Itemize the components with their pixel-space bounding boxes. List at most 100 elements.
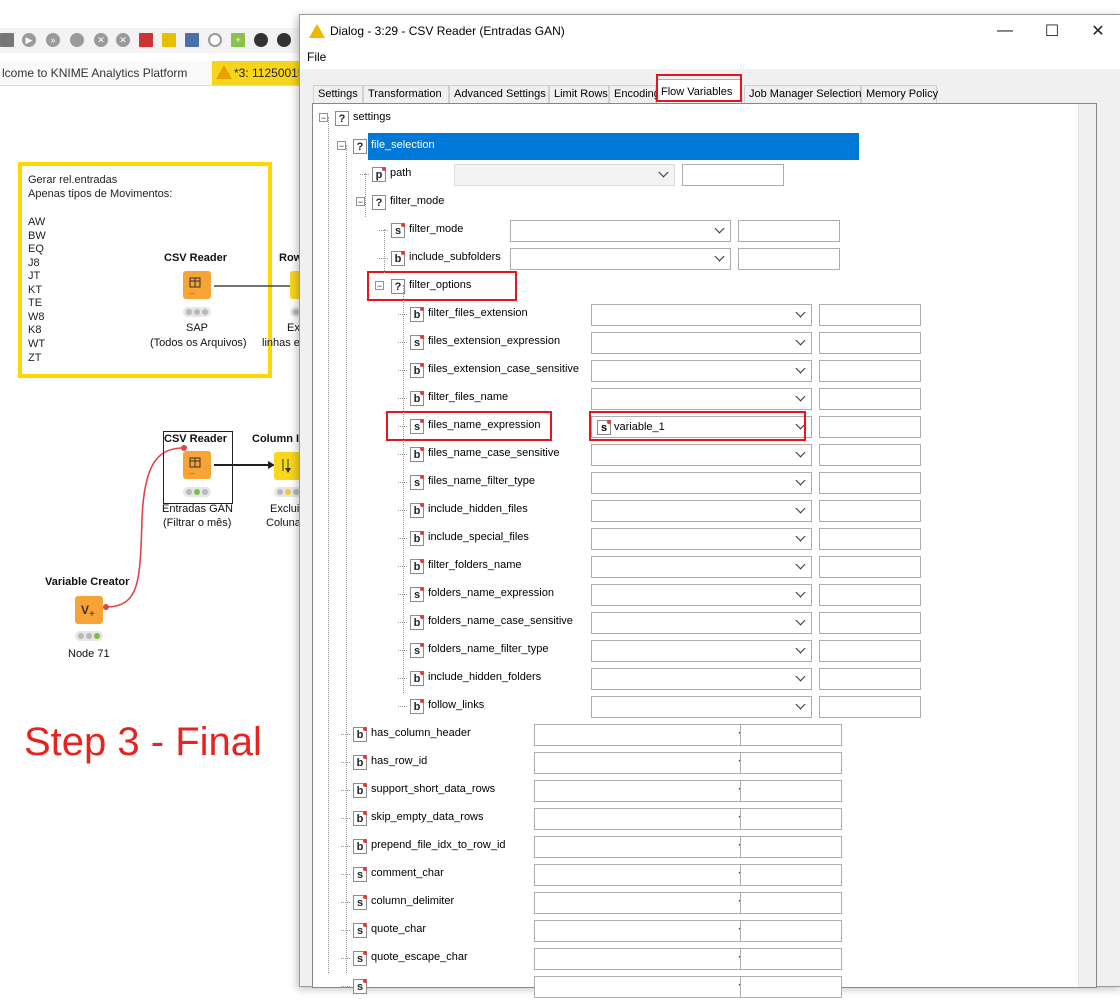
flow-variable-dropdown[interactable]: [534, 892, 755, 914]
tree-row-folders_name_filter_type[interactable]: s folders_name_filter_type: [313, 637, 1078, 665]
exposed-variable-name-field[interactable]: [819, 444, 921, 466]
flow-variable-dropdown[interactable]: [534, 752, 755, 774]
tree-row-filter_files_extension[interactable]: b filter_files_extension: [313, 301, 1078, 329]
tree-row-support_short_data_rows[interactable]: b support_short_data_rows: [313, 777, 1078, 805]
tree-row-filter_folders_name[interactable]: b filter_folders_name: [313, 553, 1078, 581]
flow-variable-dropdown[interactable]: [534, 920, 755, 942]
flow-variable-dropdown[interactable]: [534, 864, 755, 886]
exposed-variable-name-field[interactable]: [740, 920, 842, 942]
exposed-variable-name-field[interactable]: [740, 948, 842, 970]
tree-row-files_extension_case_sensitive[interactable]: b files_extension_case_sensitive: [313, 357, 1078, 385]
flow-variable-dropdown[interactable]: [510, 220, 731, 242]
tree-row-filter_files_name[interactable]: b filter_files_name: [313, 385, 1078, 413]
exposed-variable-name-field[interactable]: [819, 556, 921, 578]
exposed-variable-name-field[interactable]: [819, 388, 921, 410]
tree-row-skip_empty_data_rows[interactable]: b skip_empty_data_rows: [313, 805, 1078, 833]
flow-variable-dropdown[interactable]: [591, 304, 812, 326]
flow-variable-dropdown[interactable]: [591, 696, 812, 718]
tree-row-comment_char[interactable]: s comment_char: [313, 861, 1078, 889]
csv-reader-node-icon[interactable]: ...: [183, 271, 211, 299]
tab-memory-policy[interactable]: Memory Policy: [861, 85, 938, 103]
exposed-variable-name-field[interactable]: [819, 528, 921, 550]
column-filter-node-icon[interactable]: [274, 452, 302, 480]
exposed-variable-name-field[interactable]: [819, 500, 921, 522]
exposed-variable-name-field[interactable]: [819, 584, 921, 606]
tree-row-files_name_expression[interactable]: s files_name_expression s variable_1: [313, 411, 1078, 441]
tree-expander-icon[interactable]: −: [319, 113, 328, 123]
exposed-variable-name-field[interactable]: [740, 892, 842, 914]
tab-settings[interactable]: Settings: [313, 85, 363, 103]
tree-row-folders_name_expression[interactable]: s folders_name_expression: [313, 581, 1078, 609]
tree-row-files_name_case_sensitive[interactable]: b files_name_case_sensitive: [313, 441, 1078, 469]
flow-variable-dropdown[interactable]: [534, 976, 755, 998]
flow-variable-dropdown[interactable]: [591, 472, 812, 494]
tab-job-manager-selection[interactable]: Job Manager Selection: [744, 85, 862, 103]
tree-row-path[interactable]: p path: [313, 161, 1078, 189]
exposed-variable-name-field[interactable]: [738, 248, 840, 270]
flow-variable-dropdown[interactable]: [534, 808, 755, 830]
maximize-button[interactable]: ☐: [1029, 15, 1075, 47]
flow-variable-dropdown[interactable]: [591, 360, 812, 382]
exposed-variable-name-field[interactable]: [682, 164, 784, 186]
tab-advanced-settings[interactable]: Advanced Settings: [449, 85, 549, 103]
tree-expander-icon[interactable]: −: [337, 141, 346, 151]
exposed-variable-name-field[interactable]: [819, 304, 921, 326]
tree-expander-icon[interactable]: −: [356, 197, 365, 207]
flow-variable-dropdown[interactable]: [591, 500, 812, 522]
exposed-variable-name-field[interactable]: [738, 220, 840, 242]
menu-file[interactable]: File: [307, 50, 326, 64]
minimize-button[interactable]: —: [982, 15, 1028, 47]
tree-row-include_hidden_files[interactable]: b include_hidden_files: [313, 497, 1078, 525]
flow-variable-dropdown[interactable]: [454, 164, 675, 186]
exposed-variable-name-field[interactable]: [740, 808, 842, 830]
tree-row-include_special_files[interactable]: b include_special_files: [313, 525, 1078, 553]
tree-row-include_hidden_folders[interactable]: b include_hidden_folders: [313, 665, 1078, 693]
exposed-variable-name-field[interactable]: [740, 752, 842, 774]
tab-limit-rows[interactable]: Limit Rows: [549, 85, 609, 103]
variable-creator-node-icon[interactable]: V +: [75, 596, 103, 624]
flow-variable-dropdown[interactable]: [591, 640, 812, 662]
flow-variable-dropdown[interactable]: [534, 948, 755, 970]
tree-row-quote_char[interactable]: s quote_char: [313, 917, 1078, 945]
exposed-variable-name-field[interactable]: [819, 640, 921, 662]
exposed-variable-name-field[interactable]: [740, 724, 842, 746]
exposed-variable-name-field[interactable]: [740, 780, 842, 802]
tree-row-filter_mode[interactable]: s filter_mode: [313, 217, 1078, 245]
exposed-variable-name-field[interactable]: [740, 836, 842, 858]
tree-row-prepend_file_idx_to_row_id[interactable]: b prepend_file_idx_to_row_id: [313, 833, 1078, 861]
tree-row-files_extension_expression[interactable]: s files_extension_expression: [313, 329, 1078, 357]
flow-variable-dropdown[interactable]: [591, 332, 812, 354]
tree-row-settings[interactable]: −? settings: [313, 105, 1078, 133]
tab-encoding[interactable]: Encoding: [609, 85, 660, 103]
tree-row-item[interactable]: s: [313, 973, 1078, 1001]
tree-row-include_subfolders[interactable]: b include_subfolders: [313, 245, 1078, 273]
flow-variable-dropdown[interactable]: [591, 528, 812, 550]
exposed-variable-name-field[interactable]: [740, 864, 842, 886]
tree-row-has_column_header[interactable]: b has_column_header: [313, 721, 1078, 749]
flow-variable-dropdown[interactable]: [591, 556, 812, 578]
vertical-scrollbar[interactable]: [1078, 104, 1096, 987]
tree-row-files_name_filter_type[interactable]: s files_name_filter_type: [313, 469, 1078, 497]
exposed-variable-name-field[interactable]: [819, 696, 921, 718]
exposed-variable-name-field[interactable]: [819, 668, 921, 690]
flow-variable-dropdown[interactable]: [591, 584, 812, 606]
tree-row-folders_name_case_sensitive[interactable]: b folders_name_case_sensitive: [313, 609, 1078, 637]
tree-row-filter_mode[interactable]: −? filter_mode: [313, 189, 1078, 217]
tree-row-file_selection[interactable]: −? file_selection: [313, 133, 1078, 161]
flow-variable-dropdown[interactable]: [510, 248, 731, 270]
exposed-variable-name-field[interactable]: [819, 416, 921, 438]
tree-row-filter_options[interactable]: −? filter_options: [313, 271, 1078, 301]
flow-variable-dropdown[interactable]: [534, 780, 755, 802]
tree-row-quote_escape_char[interactable]: s quote_escape_char: [313, 945, 1078, 973]
tree-row-follow_links[interactable]: b follow_links: [313, 693, 1078, 721]
flow-variable-dropdown[interactable]: [591, 612, 812, 634]
exposed-variable-name-field[interactable]: [819, 612, 921, 634]
close-button[interactable]: ✕: [1075, 15, 1120, 47]
flow-variable-dropdown[interactable]: [534, 836, 755, 858]
csv-reader-node-icon[interactable]: ...: [183, 451, 211, 479]
tree-row-column_delimiter[interactable]: s column_delimiter: [313, 889, 1078, 917]
flow-variable-dropdown[interactable]: [534, 724, 755, 746]
tree-row-has_row_id[interactable]: b has_row_id: [313, 749, 1078, 777]
exposed-variable-name-field[interactable]: [819, 360, 921, 382]
flow-variable-dropdown[interactable]: [591, 444, 812, 466]
